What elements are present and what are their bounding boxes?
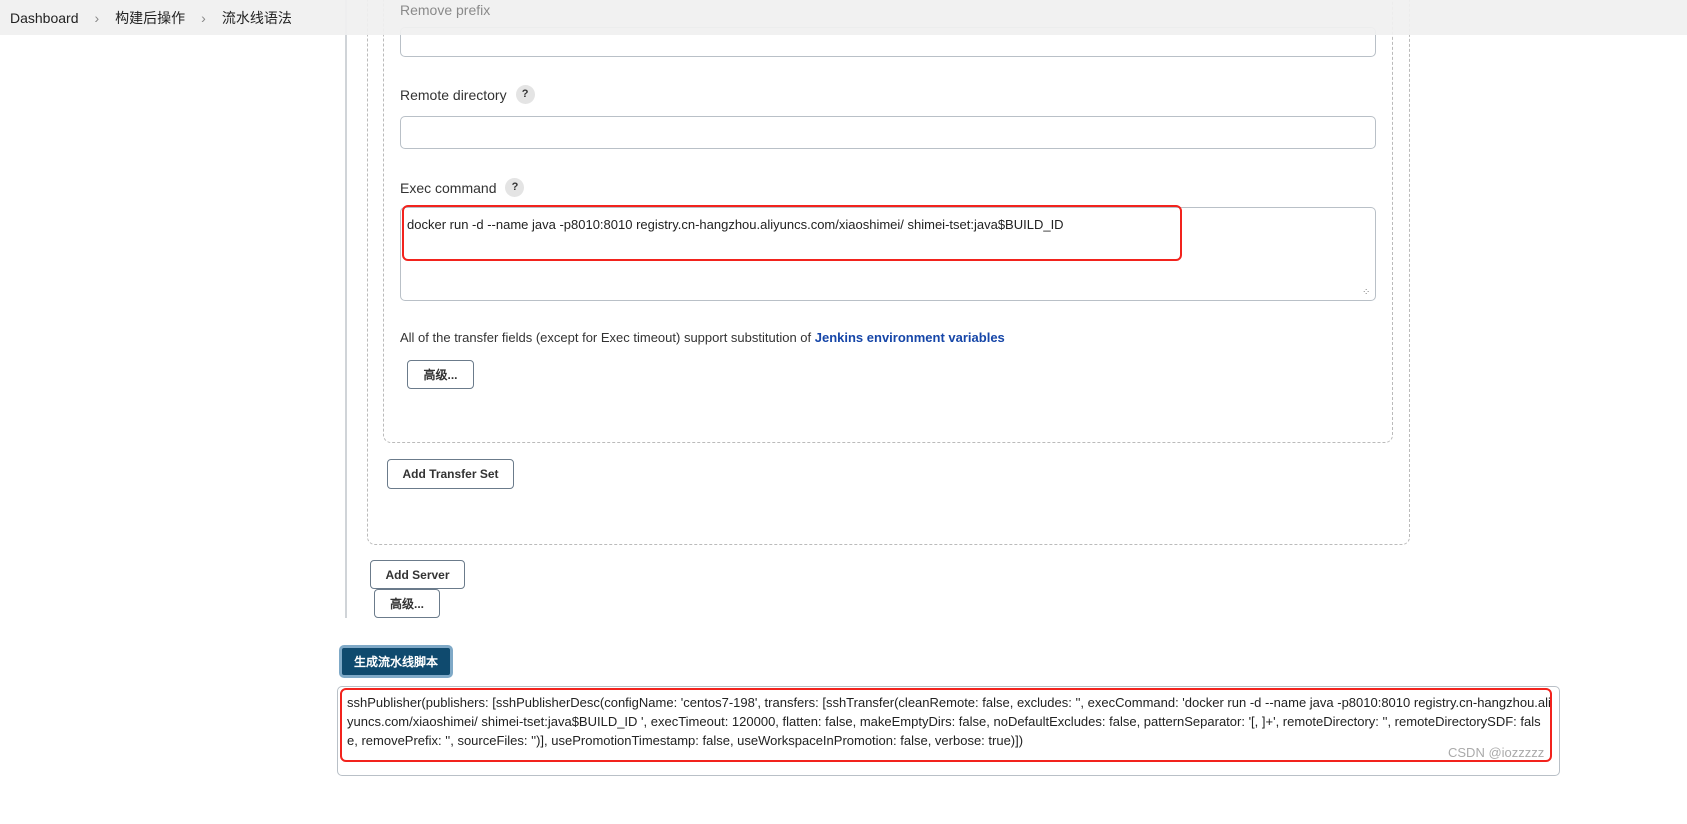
remote-directory-input[interactable] [400,116,1376,149]
advanced-button[interactable]: 高级... [407,360,474,389]
resize-handle-icon[interactable]: ⁘ [1362,287,1370,298]
breadcrumb-pipeline-syntax[interactable]: 流水线语法 [222,8,292,28]
section-divider [345,0,347,618]
add-transfer-set-button[interactable]: Add Transfer Set [387,459,514,489]
breadcrumb-dashboard[interactable]: Dashboard [10,10,79,26]
jenkins-env-vars-link[interactable]: Jenkins environment variables [815,330,1005,345]
chevron-right-icon: › [94,9,100,26]
highlight-box [402,205,1182,261]
highlight-box [340,688,1552,762]
generate-pipeline-script-button[interactable]: 生成流水线脚本 [339,645,453,678]
remove-prefix-label: Remove prefix [400,2,491,18]
chevron-right-icon: › [201,9,206,26]
exec-command-label: Exec command? [400,178,525,197]
watermark: CSDN @iozzzzz [1448,745,1545,760]
advanced-button-2[interactable]: 高级... [374,589,440,618]
help-icon[interactable]: ? [515,85,535,104]
help-text: All of the transfer fields (except for E… [400,330,1005,345]
help-icon[interactable]: ? [505,178,525,197]
breadcrumb-post-build[interactable]: 构建后操作 [115,8,185,28]
add-server-button[interactable]: Add Server [370,560,465,589]
remote-directory-label: Remote directory? [400,85,535,104]
breadcrumb: Dashboard › 构建后操作 › 流水线语法 [0,0,1687,35]
